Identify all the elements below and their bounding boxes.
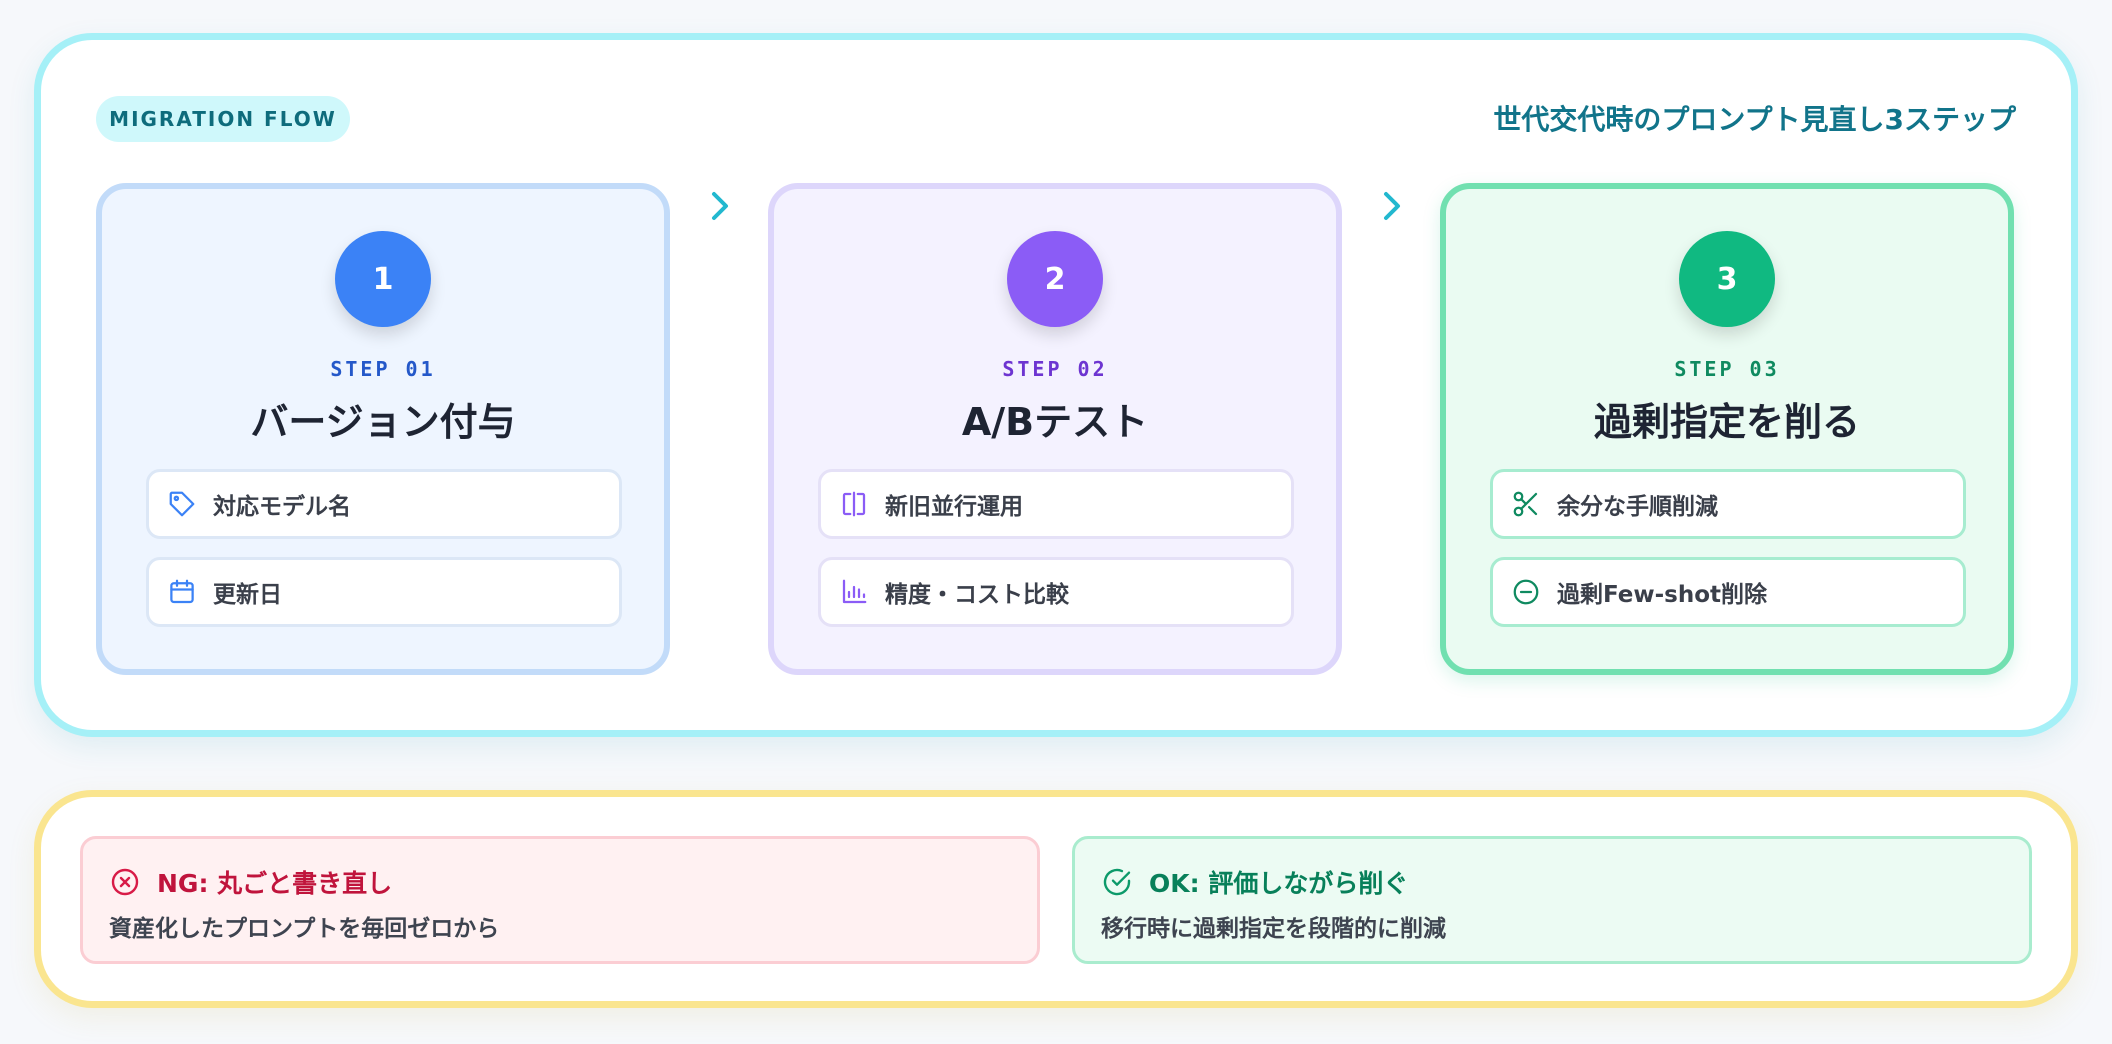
ng-note-body: 資産化したプロンプトを毎回ゼロから <box>109 916 500 942</box>
scissors-icon <box>1509 487 1543 521</box>
tag-icon <box>165 487 199 521</box>
step-label: STEP 01 <box>330 357 436 381</box>
step-item: 対応モデル名 <box>146 469 622 539</box>
section-label: MIGRATION FLOW <box>96 96 350 142</box>
step-item-label: 新旧並行運用 <box>885 494 1023 520</box>
ng-note: NG: 丸ごと書き直し 資産化したプロンプトを毎回ゼロから <box>80 836 1040 964</box>
chevron-right-icon <box>705 186 735 226</box>
bar-chart-icon <box>837 575 871 609</box>
step-item: 更新日 <box>146 557 622 627</box>
step-title: A/Bテスト <box>961 400 1149 444</box>
step-item-label: 更新日 <box>213 582 282 608</box>
split-columns-icon <box>837 487 871 521</box>
calendar-icon <box>165 575 199 609</box>
step-item-label: 精度・コスト比較 <box>885 582 1069 608</box>
step-card-1: 1 STEP 01 バージョン付与 対応モデル名 更新日 <box>96 183 670 675</box>
step-item-label: 過剰Few-shot削除 <box>1557 582 1768 608</box>
x-circle-icon <box>109 866 141 898</box>
step-item-label: 余分な手順削減 <box>1557 494 1718 520</box>
step-item: 過剰Few-shot削除 <box>1490 557 1966 627</box>
step-item: 精度・コスト比較 <box>818 557 1294 627</box>
step-item: 余分な手順削減 <box>1490 469 1966 539</box>
ok-note-title: OK: 評価しながら削ぐ <box>1149 869 1409 898</box>
ng-note-header: NG: 丸ごと書き直し <box>109 865 392 899</box>
step-number-badge: 2 <box>1007 231 1103 327</box>
page-title: 世代交代時のプロンプト見直し3ステップ <box>1493 103 2016 136</box>
ok-note-body: 移行時に過剰指定を段階的に削減 <box>1101 916 1446 942</box>
chevron-right-icon <box>1377 186 1407 226</box>
step-card-3: 3 STEP 03 過剰指定を削る 余分な手順削減 過剰Few-shot削除 <box>1440 183 2014 675</box>
step-label: STEP 02 <box>1002 357 1108 381</box>
step-item-label: 対応モデル名 <box>213 494 351 520</box>
ok-note: OK: 評価しながら削ぐ 移行時に過剰指定を段階的に削減 <box>1072 836 2032 964</box>
step-number-badge: 3 <box>1679 231 1775 327</box>
ok-note-header: OK: 評価しながら削ぐ <box>1101 865 1408 899</box>
step-number-badge: 1 <box>335 231 431 327</box>
ng-note-title: NG: 丸ごと書き直し <box>157 869 393 898</box>
step-item: 新旧並行運用 <box>818 469 1294 539</box>
check-circle-icon <box>1101 866 1133 898</box>
step-title: バージョン付与 <box>250 400 516 444</box>
step-label: STEP 03 <box>1674 357 1780 381</box>
step-title: 過剰指定を削る <box>1593 400 1860 444</box>
minus-circle-icon <box>1509 575 1543 609</box>
step-card-2: 2 STEP 02 A/Bテスト 新旧並行運用 精度・コスト比較 <box>768 183 1342 675</box>
